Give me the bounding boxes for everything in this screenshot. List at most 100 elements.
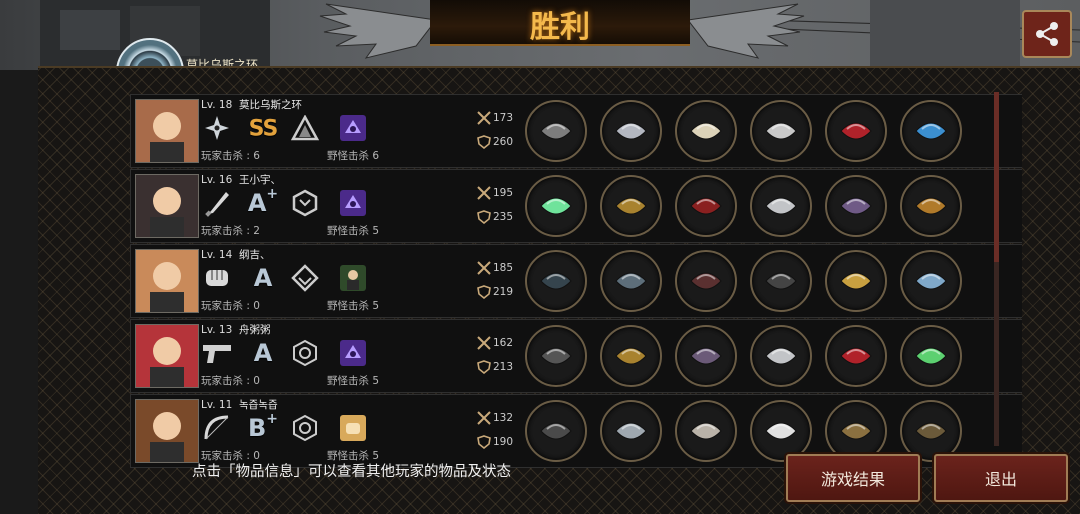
player-kills: 玩家击杀 : 0 [201,375,260,387]
results-panel: Lv. 18 莫比乌斯之环 SS 玩家击杀 : 6 野怪击杀 6 173 260 [38,66,1080,514]
green-crystals-item[interactable] [900,325,962,387]
attack-value: 132 [493,412,514,424]
shield-icon [477,435,491,449]
red-heels-item[interactable] [825,100,887,162]
quiver-item[interactable] [900,400,962,462]
rank-badge: A [243,263,283,293]
monster-kills: 野怪击杀 5 [327,300,380,312]
player-level: Lv. 13 [201,324,233,336]
hexagram-icon[interactable] [289,338,321,368]
crossbow-icon [540,422,572,440]
red-heels-icon [840,122,872,140]
crystal-orb-helmet-icon [615,272,647,290]
diamond-icon[interactable] [289,263,321,293]
triangle-icon[interactable] [289,113,321,143]
crystal-orb-helmet-item[interactable] [600,250,662,312]
rank-badge: B+ [243,411,283,443]
red-armor-item[interactable] [675,175,737,237]
blue-bracelet-item[interactable] [900,100,962,162]
character-skill-icon[interactable] [337,263,369,293]
visor-helmet-item[interactable] [600,100,662,162]
green-lightsabers-icon [540,197,572,215]
scrollbar-track[interactable] [994,262,999,446]
black-bracer-item[interactable] [750,250,812,312]
player-level: Lv. 16 [201,174,233,186]
leaf-bracer-item[interactable] [825,400,887,462]
purple-skill-icon[interactable] [337,113,369,143]
shuriken-icon[interactable] [201,113,233,143]
monster-kills: 野怪击杀 5 [327,375,380,387]
purple-skill-icon[interactable] [337,338,369,368]
player-row[interactable]: Lv. 18 莫比乌斯之环 SS 玩家击杀 : 6 野怪击杀 6 173 260 [130,94,1022,168]
defense-value: 213 [493,361,514,373]
player-avatar[interactable] [135,249,199,313]
silver-helmet-item[interactable] [600,400,662,462]
gold-helmet-item[interactable] [600,325,662,387]
gold-helmet-item[interactable] [600,175,662,237]
purple-armor-item[interactable] [675,325,737,387]
iron-ball-item[interactable] [525,100,587,162]
black-vambrace-icon [690,272,722,290]
rank-letter: A [253,339,273,367]
gold-crate-item[interactable] [900,175,962,237]
player-avatar[interactable] [135,99,199,163]
shield-icon [477,285,491,299]
defense-value: 219 [493,286,514,298]
pistol-icon[interactable] [201,338,233,368]
purple-skill-icon[interactable] [337,188,369,218]
defense-stat: 213 [477,360,513,374]
silver-armor-icon [690,422,722,440]
fist-skill-icon[interactable] [337,413,369,443]
rank-badge: A+ [243,186,283,218]
red-heels-item[interactable] [825,325,887,387]
game-result-button[interactable]: 游戏结果 [786,454,920,502]
purple-boots-item[interactable] [825,175,887,237]
black-bracer-icon [765,272,797,290]
white-gloves-item[interactable] [750,400,812,462]
bow-icon[interactable] [201,413,233,443]
spiked-gauntlet-item[interactable] [750,175,812,237]
attack-value: 195 [493,187,514,199]
attack-stat: 162 [477,336,513,350]
visor-helmet-icon [615,122,647,140]
share-button[interactable] [1022,10,1072,58]
defense-stat: 190 [477,435,513,449]
player-row[interactable]: Lv. 14 纲吉、 A 玩家击杀 : 0 野怪击杀 5 185 219 [130,244,1022,318]
player-name: 녹즙녹즙 [238,399,278,411]
player-avatar[interactable] [135,324,199,388]
player-level: Lv. 18 [201,99,233,111]
player-row[interactable]: Lv. 13 舟粥粥 A 玩家击杀 : 0 野怪击杀 5 162 213 [130,319,1022,393]
dark-gauntlet-item[interactable] [525,250,587,312]
player-name: 莫比乌斯之环 [238,99,302,111]
white-armor-item[interactable] [675,100,737,162]
spiked-gauntlet-item[interactable] [750,325,812,387]
green-lightsabers-item[interactable] [525,175,587,237]
rank-plus: + [266,411,279,427]
monster-kills: 野怪击杀 5 [327,225,380,237]
gold-shield-item[interactable] [825,250,887,312]
player-kills: 玩家击杀 : 6 [201,150,260,162]
steel-disc-item[interactable] [750,100,812,162]
player-avatar[interactable] [135,399,199,463]
player-avatar[interactable] [135,174,199,238]
scrollbar-thumb[interactable] [994,92,999,262]
black-vambrace-item[interactable] [675,250,737,312]
exit-button[interactable]: 退出 [934,454,1068,502]
shield-icon [477,210,491,224]
sniper-rifle-item[interactable] [525,325,587,387]
swords-icon [477,111,491,125]
crossbow-item[interactable] [525,400,587,462]
sneakers-item[interactable] [900,250,962,312]
silver-armor-item[interactable] [675,400,737,462]
white-gloves-icon [765,422,797,440]
player-row[interactable]: Lv. 16 王小宇、 A+ 玩家击杀 : 2 野怪击杀 5 195 235 [130,169,1022,243]
hexagon-icon[interactable] [289,188,321,218]
player-list[interactable]: Lv. 18 莫比乌斯之环 SS 玩家击杀 : 6 野怪击杀 6 173 260 [130,94,1022,514]
defense-value: 190 [493,436,514,448]
defense-stat: 235 [477,210,513,224]
swords-icon [477,186,491,200]
defense-value: 260 [493,136,514,148]
hexagram-icon[interactable] [289,413,321,443]
bat-icon[interactable] [201,188,233,218]
fist-icon[interactable] [201,263,233,293]
